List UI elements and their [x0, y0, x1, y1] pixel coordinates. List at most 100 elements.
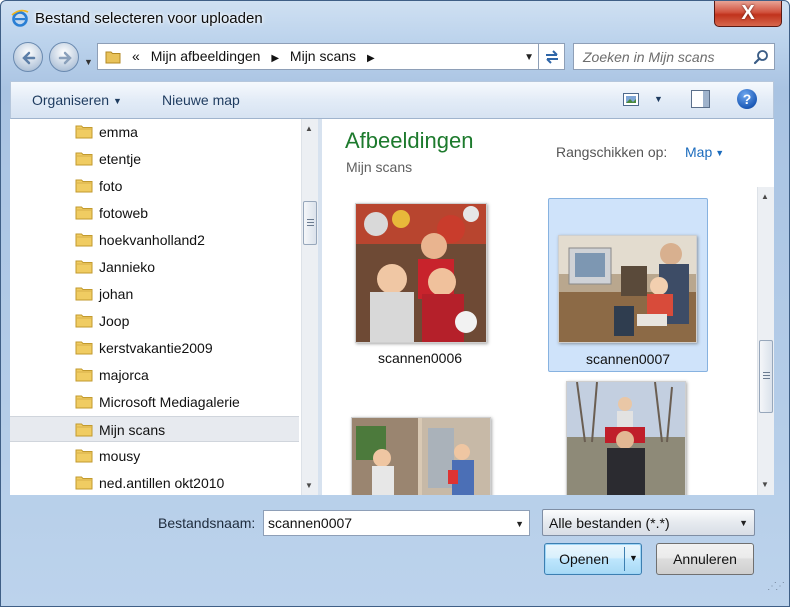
view-options-dropdown[interactable]: ▼ [654, 94, 663, 104]
folder-tree-item[interactable]: Microsoft Mediagalerie [10, 389, 299, 415]
search-icon[interactable] [753, 49, 769, 65]
folder-tree-item[interactable]: emma [10, 119, 299, 145]
file-name: scannen0007 [585, 351, 671, 367]
file-item[interactable]: scannen0007 [548, 198, 708, 372]
cancel-label: Annuleren [673, 551, 737, 567]
search-box[interactable]: Zoeken in Mijn scans [573, 43, 775, 70]
file-list-pane: Afbeeldingen Mijn scans Rangschikken op:… [322, 119, 774, 495]
command-toolbar: Organiseren ▼ Nieuwe map ▼ ? [10, 81, 774, 119]
breadcrumb-overflow[interactable]: « [132, 48, 140, 64]
photo-thumbnail [355, 203, 487, 343]
breadcrumb-mijn-afbeeldingen[interactable]: Mijn afbeeldingen [151, 48, 261, 64]
folder-name: ned.antillen okt2010 [99, 475, 225, 491]
folder-tree-item[interactable]: ned.antillen okt2010 [10, 470, 299, 495]
chevron-down-icon: ▼ [739, 518, 748, 528]
close-icon: X [741, 2, 755, 24]
breadcrumb-mijn-scans[interactable]: Mijn scans [290, 48, 356, 64]
folder-name: mousy [99, 448, 141, 464]
file-item[interactable]: scannen0006 [340, 198, 500, 372]
scrollbar-thumb[interactable] [759, 340, 773, 413]
filename-label: Bestandsnaam: [158, 515, 256, 531]
forward-button[interactable] [49, 42, 79, 72]
folder-tree-item[interactable]: mousy [10, 443, 299, 469]
folder-name: Jannieko [99, 259, 156, 275]
scroll-up-icon[interactable]: ▲ [305, 124, 313, 133]
photo-thumbnail [351, 417, 491, 495]
photo-thumbnail [558, 235, 697, 343]
folder-tree-item[interactable]: fotoweb [10, 200, 299, 226]
arrange-by-dropdown[interactable]: Map ▼ [685, 144, 724, 160]
organize-menu[interactable]: Organiseren ▼ [32, 92, 122, 108]
folder-icon [75, 233, 93, 247]
filetype-value: Alle bestanden (*.*) [549, 515, 670, 531]
scroll-up-icon[interactable]: ▲ [761, 192, 769, 201]
arrow-right-icon [58, 51, 72, 65]
address-history-dropdown[interactable]: ▼ [524, 52, 534, 63]
folder-tree-item[interactable]: majorca [10, 362, 299, 388]
preview-pane-icon[interactable] [691, 90, 710, 108]
folder-icon [105, 51, 121, 64]
folder-icon [75, 179, 93, 193]
scroll-down-icon[interactable]: ▼ [305, 481, 313, 490]
resize-grip-icon[interactable]: ⋰⋰ [767, 581, 785, 592]
folder-icon [75, 449, 93, 463]
scroll-down-icon[interactable]: ▼ [761, 480, 769, 489]
folder-icon [75, 368, 93, 382]
address-bar[interactable]: « Mijn afbeeldingen ▶ Mijn scans ▶ ▼ [97, 43, 539, 70]
photo-thumbnail [566, 381, 686, 495]
library-title: Afbeeldingen [345, 128, 474, 153]
new-folder-button[interactable]: Nieuwe map [162, 92, 240, 108]
chevron-down-icon[interactable]: ▼ [515, 519, 524, 529]
folder-name: johan [99, 286, 134, 302]
folder-icon [75, 314, 93, 328]
breadcrumb-separator-icon[interactable]: ▶ [367, 53, 375, 64]
refresh-button[interactable] [539, 43, 565, 70]
open-options-dropdown[interactable]: ▼ [629, 553, 638, 563]
navigation-bar: ▼ « Mijn afbeeldingen ▶ Mijn scans ▶ ▼ Z… [9, 39, 783, 75]
help-icon[interactable]: ? [737, 89, 757, 109]
folder-tree-item[interactable]: etentje [10, 146, 299, 172]
title-bar[interactable]: Bestand selecteren voor uploaden X [1, 1, 789, 37]
search-input[interactable]: Zoeken in Mijn scans [583, 49, 715, 65]
folder-icon [75, 476, 93, 490]
filetype-select[interactable]: Alle bestanden (*.*) ▼ [542, 509, 755, 536]
file-item[interactable] [340, 379, 500, 495]
file-list-scrollbar[interactable]: ▲ ▼ [757, 187, 774, 495]
folder-name: Joop [99, 313, 130, 329]
folder-icon [75, 260, 93, 274]
close-button[interactable]: X [714, 1, 782, 27]
view-options-icon[interactable] [623, 93, 639, 106]
folder-tree-item[interactable]: Mijn scans [10, 416, 299, 442]
filename-combobox[interactable]: scannen0007 ▼ [263, 510, 530, 536]
folder-name: fotoweb [99, 205, 149, 221]
folder-tree: emma etentje foto fotoweb hoekvanholland2 Jan… [10, 119, 301, 495]
folder-name: kerstvakantie2009 [99, 340, 213, 356]
breadcrumb-separator-icon[interactable]: ▶ [271, 53, 279, 64]
folder-tree-item[interactable]: johan [10, 281, 299, 307]
open-button[interactable]: Openen ▼ [544, 543, 642, 575]
file-item[interactable] [548, 379, 708, 495]
cancel-button[interactable]: Annuleren [656, 543, 754, 575]
folder-name: Mijn scans [99, 422, 166, 438]
split-divider [624, 547, 625, 571]
dialog-footer: Bestandsnaam: scannen0007 ▼ Alle bestand… [1, 495, 789, 608]
folder-tree-item[interactable]: hoekvanholland2 [10, 227, 299, 253]
filename-field[interactable]: scannen0007 [268, 515, 352, 531]
folder-tree-item[interactable]: Jannieko [10, 254, 299, 280]
folder-tree-scrollbar[interactable]: ▲ ▼ [301, 119, 318, 495]
open-label: Openen [559, 551, 609, 567]
folder-name: hoekvanholland2 [99, 232, 205, 248]
new-folder-label: Nieuwe map [162, 92, 240, 108]
arrow-left-icon [22, 51, 36, 65]
folder-name: majorca [99, 367, 149, 383]
back-button[interactable] [13, 42, 43, 72]
recent-pages-dropdown[interactable]: ▼ [84, 57, 93, 67]
folder-tree-item[interactable]: kerstvakantie2009 [10, 335, 299, 361]
breadcrumb: « Mijn afbeeldingen ▶ Mijn scans ▶ [132, 48, 382, 64]
folder-tree-item[interactable]: Joop [10, 308, 299, 334]
folder-tree-item[interactable]: foto [10, 173, 299, 199]
scrollbar-thumb[interactable] [303, 201, 317, 245]
arrange-by-label: Rangschikken op: [556, 144, 668, 160]
refresh-icon [546, 50, 558, 64]
folder-icon [75, 423, 93, 437]
